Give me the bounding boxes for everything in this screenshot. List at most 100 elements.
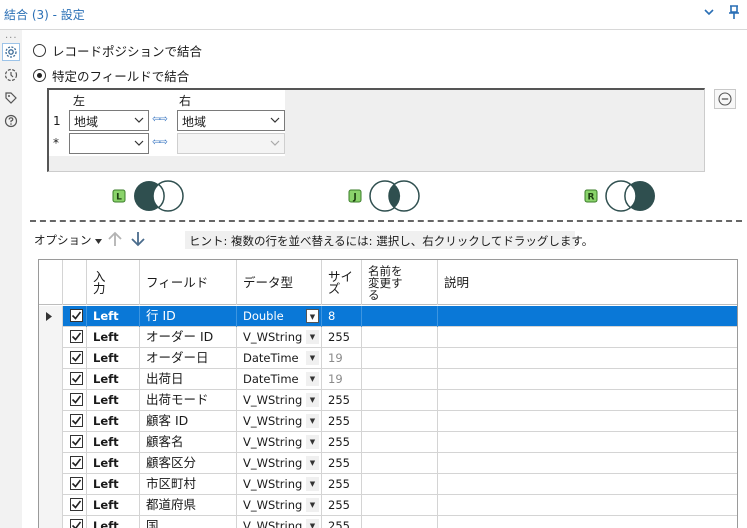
rename-cell[interactable] [362, 390, 438, 411]
left-field-select[interactable]: 地域 [69, 110, 149, 131]
gear-icon[interactable] [2, 43, 20, 61]
dropdown-arrow-icon[interactable]: ▼ [306, 309, 319, 323]
dropdown-arrow-icon[interactable]: ▼ [306, 435, 319, 449]
target-icon[interactable] [2, 66, 20, 84]
column-header-description[interactable]: 説明 [438, 260, 737, 305]
data-type-cell[interactable]: V_WString ▼ [237, 411, 322, 432]
dropdown-arrow-icon[interactable]: ▼ [306, 393, 319, 407]
row-selector[interactable] [39, 369, 63, 390]
table-row[interactable]: Left 出荷モード V_WString ▼ 255 [39, 390, 737, 411]
options-dropdown-button[interactable]: オプション [34, 232, 102, 248]
row-selector[interactable] [39, 495, 63, 516]
description-cell[interactable] [438, 453, 737, 474]
include-checkbox[interactable] [70, 519, 83, 528]
include-checkbox[interactable] [70, 372, 83, 385]
row-selector[interactable] [39, 327, 63, 348]
data-type-cell[interactable]: V_WString ▼ [237, 390, 322, 411]
move-down-icon[interactable] [130, 231, 146, 250]
data-type-cell[interactable]: DateTime ▼ [237, 348, 322, 369]
chevron-down-icon[interactable] [703, 6, 715, 18]
include-checkbox[interactable] [70, 309, 83, 322]
rename-cell[interactable] [362, 516, 438, 528]
description-cell[interactable] [438, 327, 737, 348]
inner-join-icon[interactable]: J [348, 177, 423, 215]
size-cell[interactable]: 255 [322, 432, 362, 453]
row-selector[interactable] [39, 306, 63, 327]
row-selector[interactable] [39, 348, 63, 369]
size-cell[interactable]: 255 [322, 390, 362, 411]
table-row[interactable]: Left オーダー日 DateTime ▼ 19 [39, 348, 737, 369]
include-checkbox[interactable] [70, 330, 83, 343]
row-selector[interactable] [39, 516, 63, 528]
radio-join-by-position[interactable]: レコードポジションで結合 [33, 41, 202, 60]
rename-cell[interactable] [362, 306, 438, 327]
size-cell[interactable]: 255 [322, 453, 362, 474]
description-cell[interactable] [438, 306, 737, 327]
column-header-size[interactable]: サイ ズ [322, 260, 362, 305]
table-row[interactable]: Left オーダー ID V_WString ▼ 255 [39, 327, 737, 348]
data-type-cell[interactable]: V_WString ▼ [237, 432, 322, 453]
dropdown-arrow-icon[interactable]: ▼ [306, 498, 319, 512]
rename-cell[interactable] [362, 474, 438, 495]
radio-button[interactable] [33, 44, 46, 57]
description-cell[interactable] [438, 411, 737, 432]
table-row[interactable]: Left 顧客 ID V_WString ▼ 255 [39, 411, 737, 432]
size-cell[interactable]: 255 [322, 474, 362, 495]
help-icon[interactable] [2, 112, 20, 130]
radio-join-by-field[interactable]: 特定のフィールドで結合 [33, 66, 189, 85]
include-checkbox[interactable] [70, 414, 83, 427]
dropdown-arrow-icon[interactable]: ▼ [306, 351, 319, 365]
column-header-rename[interactable]: 名前を 変更す る [362, 260, 438, 305]
data-type-cell[interactable]: V_WString ▼ [237, 495, 322, 516]
pin-icon[interactable] [727, 4, 741, 20]
include-checkbox[interactable] [70, 351, 83, 364]
table-row[interactable]: Left 都道府県 V_WString ▼ 255 [39, 495, 737, 516]
dropdown-arrow-icon[interactable]: ▼ [306, 477, 319, 491]
column-header-type[interactable]: データ型 [237, 260, 322, 305]
table-row[interactable]: Left 国 V_WString ▼ 255 [39, 516, 737, 528]
new-left-field-select[interactable] [69, 133, 149, 154]
row-selector[interactable] [39, 474, 63, 495]
include-checkbox[interactable] [70, 435, 83, 448]
description-cell[interactable] [438, 432, 737, 453]
rename-cell[interactable] [362, 411, 438, 432]
table-row[interactable]: Left 顧客区分 V_WString ▼ 255 [39, 453, 737, 474]
description-cell[interactable] [438, 348, 737, 369]
dropdown-arrow-icon[interactable]: ▼ [306, 372, 319, 386]
data-type-cell[interactable]: DateTime ▼ [237, 369, 322, 390]
size-cell[interactable]: 255 [322, 516, 362, 528]
size-cell[interactable]: 8 [322, 306, 362, 327]
rename-cell[interactable] [362, 369, 438, 390]
table-row[interactable]: Left 出荷日 DateTime ▼ 19 [39, 369, 737, 390]
rename-cell[interactable] [362, 495, 438, 516]
description-cell[interactable] [438, 495, 737, 516]
row-selector[interactable] [39, 432, 63, 453]
row-selector[interactable] [39, 390, 63, 411]
remove-row-button[interactable] [714, 89, 736, 109]
dropdown-arrow-icon[interactable]: ▼ [306, 456, 319, 470]
rename-cell[interactable] [362, 327, 438, 348]
rename-cell[interactable] [362, 348, 438, 369]
tag-icon[interactable] [2, 89, 20, 107]
move-up-icon[interactable] [107, 231, 123, 250]
table-row[interactable]: Left 市区町村 V_WString ▼ 255 [39, 474, 737, 495]
rename-cell[interactable] [362, 453, 438, 474]
left-output-icon[interactable]: L [112, 177, 187, 215]
data-type-cell[interactable]: V_WString ▼ [237, 474, 322, 495]
table-row[interactable]: Left 行 ID Double ▼ 8 [39, 306, 737, 327]
data-type-cell[interactable]: V_WString ▼ [237, 453, 322, 474]
description-cell[interactable] [438, 369, 737, 390]
include-checkbox[interactable] [70, 456, 83, 469]
size-cell[interactable]: 255 [322, 495, 362, 516]
column-header-field[interactable]: フィールド [140, 260, 237, 305]
right-field-select[interactable]: 地域 [177, 110, 285, 131]
size-cell[interactable]: 255 [322, 411, 362, 432]
radio-button-selected[interactable] [33, 69, 46, 82]
rename-cell[interactable] [362, 432, 438, 453]
data-type-cell[interactable]: V_WString ▼ [237, 327, 322, 348]
table-row[interactable]: Left 顧客名 V_WString ▼ 255 [39, 432, 737, 453]
row-selector[interactable] [39, 411, 63, 432]
dropdown-arrow-icon[interactable]: ▼ [306, 330, 319, 344]
row-selector[interactable] [39, 453, 63, 474]
description-cell[interactable] [438, 474, 737, 495]
